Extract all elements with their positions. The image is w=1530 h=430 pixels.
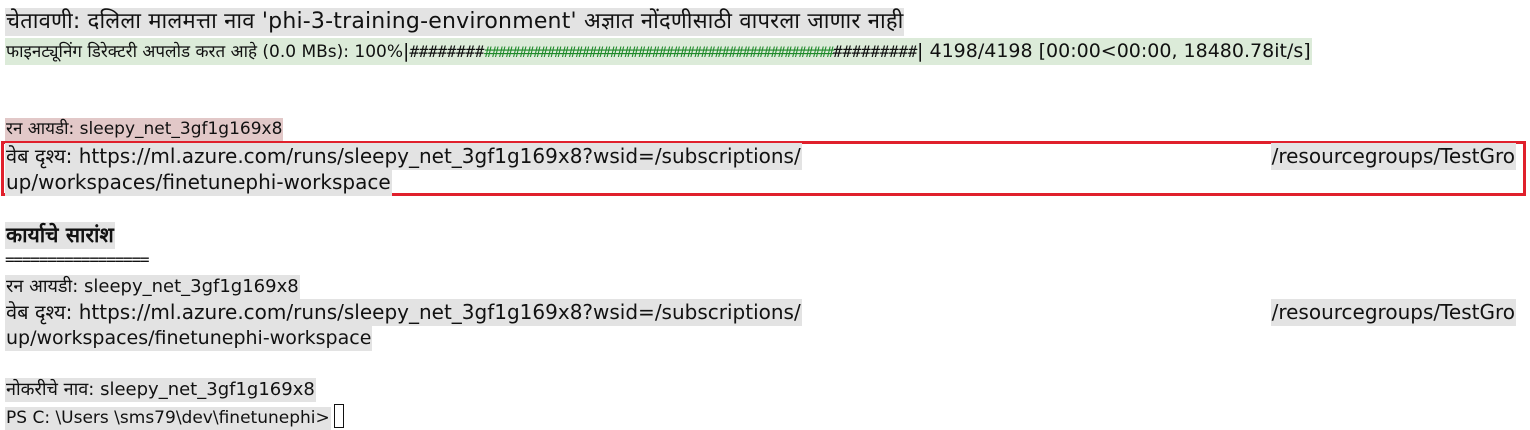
upload-progress-highlight: फाइनट्यूनिंग डिरेक्टरी अपलोड करत आहे (0.… bbox=[5, 38, 1312, 65]
upload-progress-label: फाइनट्यूनिंग डिरेक्टरी अपलोड करत आहे (0.… bbox=[6, 42, 404, 62]
summary-run-id-text: रन आयडी: sleepy_net_3gf1g169x8 bbox=[5, 275, 300, 299]
job-name-line: नोकरीचे नाव: sleepy_net_3gf1g169x8 bbox=[5, 378, 316, 402]
warning-message: चेतावणी: दलिला मालमत्ता नाव 'phi-3-train… bbox=[5, 8, 905, 36]
upload-progress-line: फाइनट्यूनिंग डिरेक्टरी अपलोड करत आहे (0.… bbox=[5, 38, 1312, 65]
summary-web-view-url-wrap[interactable]: up/workspaces/finetunephi-workspace bbox=[5, 326, 373, 351]
upload-progress-stats: 4198/4198 [00:00<00:00, 18480.78it/s] bbox=[923, 40, 1311, 62]
separator-text: ================= bbox=[5, 250, 150, 269]
summary-heading-text: कार्याचे सारांश bbox=[5, 222, 115, 249]
summary-web-view-url-right-text[interactable]: /resourcegroups/TestGro bbox=[1270, 299, 1516, 326]
web-view-url-line[interactable]: वेब दृश्य: https://ml.azure.com/runs/sle… bbox=[5, 143, 802, 170]
web-view-url-right[interactable]: /resourcegroups/TestGro bbox=[1270, 143, 1516, 170]
web-view-url-wrap[interactable]: up/workspaces/finetunephi-workspace bbox=[5, 169, 392, 196]
web-view-url-wrap-text[interactable]: up/workspaces/finetunephi-workspace bbox=[5, 169, 392, 196]
summary-run-id: रन आयडी: sleepy_net_3gf1g169x8 bbox=[5, 275, 300, 299]
text-cursor[interactable] bbox=[333, 404, 344, 428]
powershell-prompt[interactable]: PS C: \Users \sms79\dev\finetunephi> bbox=[5, 404, 344, 430]
run-id-text: रन आयडी: sleepy_net_3gf1g169x8 bbox=[5, 118, 284, 141]
prompt-text: PS C: \Users \sms79\dev\finetunephi> bbox=[5, 407, 331, 430]
run-id-line: रन आयडी: sleepy_net_3gf1g169x8 bbox=[5, 118, 284, 141]
progress-bar-green: ########################################… bbox=[484, 45, 834, 61]
summary-web-view-url-line[interactable]: वेब दृश्य: https://ml.azure.com/runs/sle… bbox=[5, 299, 802, 326]
warning-text: चेतावणी: दलिला मालमत्ता नाव 'phi-3-train… bbox=[5, 8, 905, 36]
web-view-url-left[interactable]: वेब दृश्य: https://ml.azure.com/runs/sle… bbox=[5, 143, 802, 170]
summary-web-view-url-right[interactable]: /resourcegroups/TestGro bbox=[1270, 299, 1516, 326]
terminal-window: { "terminal": { "warning": "चेतावणी: दलि… bbox=[0, 0, 1530, 430]
summary-heading: कार्याचे सारांश bbox=[5, 222, 115, 249]
summary-separator: ================= bbox=[5, 250, 150, 269]
summary-web-view-url-left[interactable]: वेब दृश्य: https://ml.azure.com/runs/sle… bbox=[5, 299, 802, 326]
progress-bar-dark-left: ######## bbox=[409, 42, 485, 61]
progress-bar-dark-right: ######### bbox=[833, 42, 918, 61]
summary-web-view-url-wrap-text[interactable]: up/workspaces/finetunephi-workspace bbox=[5, 326, 373, 351]
job-name-text: नोकरीचे नाव: sleepy_net_3gf1g169x8 bbox=[5, 378, 316, 402]
web-view-url-right-text[interactable]: /resourcegroups/TestGro bbox=[1270, 143, 1516, 170]
